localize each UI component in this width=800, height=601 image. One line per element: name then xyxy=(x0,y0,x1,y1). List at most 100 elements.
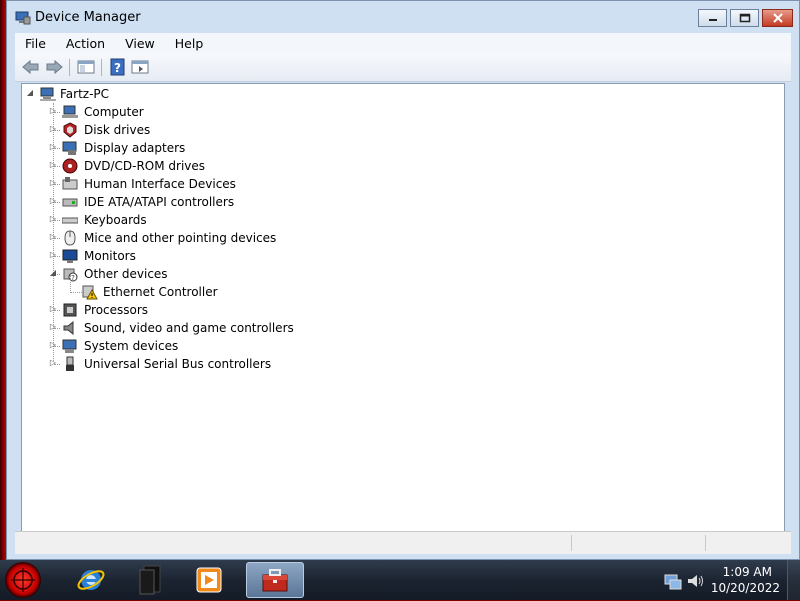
properties-icon xyxy=(131,60,149,74)
menu-view[interactable]: View xyxy=(115,36,165,51)
tree-category-disk-drives[interactable]: ▷ Disk drives xyxy=(22,121,422,139)
system-devices-icon xyxy=(62,339,77,353)
expand-arrow-icon[interactable]: ▷ xyxy=(48,160,58,169)
tree-category-computer[interactable]: ▷ Computer xyxy=(22,103,422,121)
expand-arrow-icon[interactable]: ▷ xyxy=(48,358,58,367)
properties-button[interactable] xyxy=(131,58,149,76)
category-label: Keyboards xyxy=(84,213,147,227)
taskbar-device-manager[interactable] xyxy=(246,562,304,598)
category-label: IDE ATA/ATAPI controllers xyxy=(84,195,235,209)
mouse-icon xyxy=(64,230,76,246)
menu-bar: File Action View Help xyxy=(15,33,791,53)
expand-arrow-icon[interactable]: ▷ xyxy=(48,106,58,115)
monitor-icon xyxy=(62,249,78,263)
tree-category-dvd-cd-rom-drives[interactable]: ▷ DVD/CD-ROM drives xyxy=(22,157,422,175)
category-label: Human Interface Devices xyxy=(84,177,236,191)
start-button[interactable] xyxy=(5,562,41,598)
expand-arrow-icon[interactable]: ▷ xyxy=(48,304,58,313)
tree-category-human-interface-devices[interactable]: ▷ Human Interface Devices xyxy=(22,175,422,193)
computer-pc-icon xyxy=(40,87,56,101)
disk-drive-icon xyxy=(63,122,77,138)
close-icon xyxy=(772,13,783,23)
tree-category-display-adapters[interactable]: ▷ Display adapters xyxy=(22,139,422,157)
help-button[interactable]: ? xyxy=(109,58,127,76)
category-label: Universal Serial Bus controllers xyxy=(84,357,272,371)
menu-file[interactable]: File xyxy=(15,36,56,51)
tree-connector xyxy=(70,292,82,293)
tree-category-universal-serial-bus-controllers[interactable]: ▷ Universal Serial Bus controllers xyxy=(22,355,422,373)
display-adapter-icon xyxy=(62,141,77,155)
collapse-arrow-icon[interactable]: ◢ xyxy=(48,268,58,277)
internet-explorer-icon xyxy=(77,570,105,590)
expand-arrow-icon[interactable]: ▷ xyxy=(48,340,58,349)
back-button[interactable] xyxy=(22,58,40,76)
expand-arrow-icon[interactable]: ▷ xyxy=(48,124,58,133)
forward-button[interactable] xyxy=(45,58,63,76)
taskbar-media-center[interactable] xyxy=(122,562,176,598)
root-label: Fartz-PC xyxy=(60,87,110,101)
title-bar[interactable]: Device Manager xyxy=(7,1,799,33)
tree-root[interactable]: ◢ Fartz-PC xyxy=(22,85,322,103)
menu-action[interactable]: Action xyxy=(56,36,115,51)
expand-arrow-icon[interactable]: ▷ xyxy=(48,142,58,151)
device-label: Ethernet Controller xyxy=(103,285,218,299)
status-divider xyxy=(705,535,706,551)
category-label: Other devices xyxy=(84,267,168,281)
status-divider xyxy=(571,535,572,551)
help-icon: ? xyxy=(110,58,125,76)
taskbar-media-player[interactable] xyxy=(182,562,236,598)
start-orb-icon xyxy=(11,568,35,592)
clock-time[interactable]: 1:09 AM xyxy=(723,565,772,579)
taskbar: 1:09 AM 10/20/2022 xyxy=(0,560,800,600)
category-label: Processors xyxy=(84,303,149,317)
network-icon[interactable] xyxy=(664,572,682,590)
tree-device-ethernet-controller[interactable]: Ethernet Controller xyxy=(22,275,422,301)
expand-arrow-icon[interactable]: ▷ xyxy=(48,232,58,241)
expand-arrow-icon[interactable]: ▷ xyxy=(48,214,58,223)
close-button[interactable] xyxy=(762,9,793,27)
tree-category-sound-video-and-game-controllers[interactable]: ▷ Sound, video and game controllers xyxy=(22,319,422,337)
category-label: Mice and other pointing devices xyxy=(84,231,277,245)
tree-category-mice-and-other-pointing-devices[interactable]: ▷ Mice and other pointing devices xyxy=(22,229,422,247)
category-label: Computer xyxy=(84,105,144,119)
show-hide-console-tree-button[interactable] xyxy=(77,58,95,76)
taskbar-internet-explorer[interactable] xyxy=(64,562,118,598)
expand-arrow-icon[interactable]: ▷ xyxy=(48,322,58,331)
expand-arrow-icon[interactable]: ▷ xyxy=(48,178,58,187)
tree-connector xyxy=(70,275,71,291)
device-tree[interactable]: ◢ Fartz-PC ▷ Computer ▷ Disk drives ▷ Display… xyxy=(21,83,785,532)
dvd-drive-icon xyxy=(62,158,78,174)
usb-controller-icon xyxy=(66,356,74,371)
category-label: System devices xyxy=(84,339,179,353)
device-manager-icon xyxy=(15,11,31,25)
warning-device-icon xyxy=(82,285,98,300)
volume-icon[interactable] xyxy=(686,572,704,590)
category-label: Sound, video and game controllers xyxy=(84,321,294,335)
show-desktop-button[interactable] xyxy=(787,560,800,600)
clock-date[interactable]: 10/20/2022 xyxy=(711,581,780,595)
processor-icon xyxy=(63,303,77,317)
status-bar xyxy=(15,531,791,554)
toolbar-separator xyxy=(101,59,102,76)
ide-controller-icon xyxy=(62,198,78,207)
minimize-icon xyxy=(708,19,717,21)
menu-help[interactable]: Help xyxy=(165,36,214,51)
tree-category-monitors[interactable]: ▷ Monitors xyxy=(22,247,422,265)
category-label: Disk drives xyxy=(84,123,151,137)
minimize-button[interactable] xyxy=(698,9,727,27)
maximize-icon xyxy=(739,13,750,23)
device-manager-toolbox-icon xyxy=(262,569,288,592)
tree-category-system-devices[interactable]: ▷ System devices xyxy=(22,337,422,355)
window-title: Device Manager xyxy=(35,10,141,25)
media-center-icon xyxy=(139,565,161,595)
category-label: DVD/CD-ROM drives xyxy=(84,159,206,173)
tree-category-ide-ata-atapi-controllers[interactable]: ▷ IDE ATA/ATAPI controllers xyxy=(22,193,422,211)
tree-category-other-devices[interactable]: ◢? Other devices xyxy=(22,265,422,283)
collapse-arrow-icon[interactable]: ◢ xyxy=(25,88,35,97)
sound-icon xyxy=(63,320,74,336)
tree-category-processors[interactable]: ▷ Processors xyxy=(22,301,422,319)
tree-category-keyboards[interactable]: ▷ Keyboards xyxy=(22,211,422,229)
expand-arrow-icon[interactable]: ▷ xyxy=(48,250,58,259)
expand-arrow-icon[interactable]: ▷ xyxy=(48,196,58,205)
maximize-button[interactable] xyxy=(730,9,759,27)
